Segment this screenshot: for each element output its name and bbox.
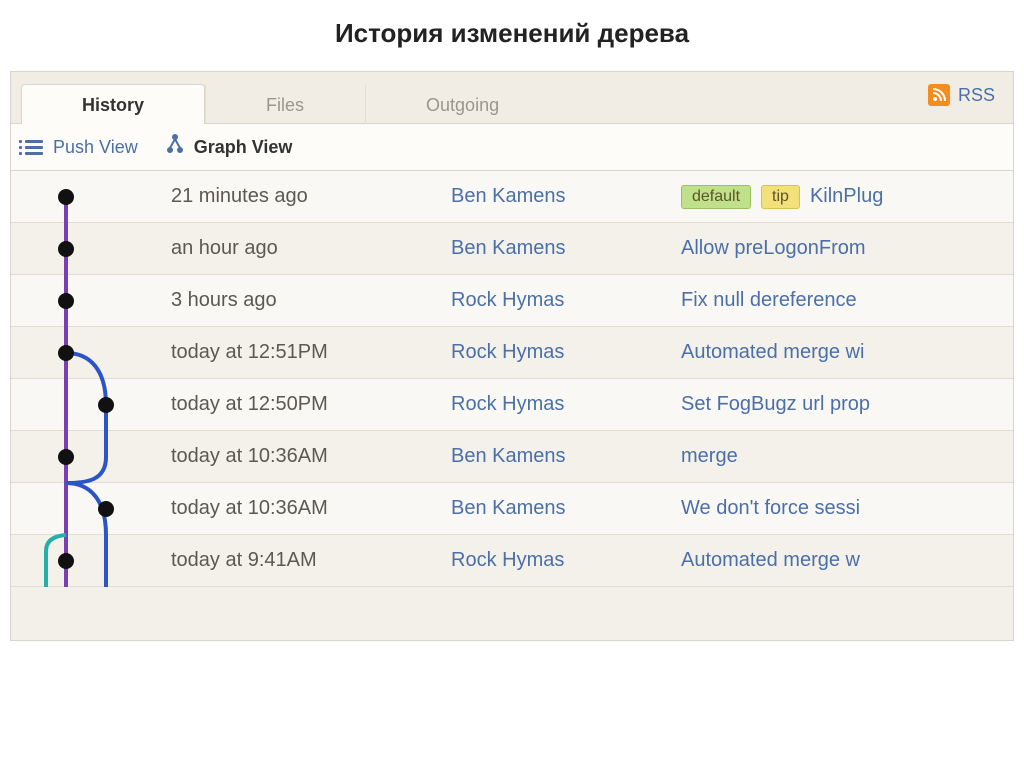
push-view-button[interactable]: Push View: [25, 137, 138, 158]
graph-cell: [11, 171, 171, 223]
graph-cell: [11, 431, 171, 483]
commit-author[interactable]: Ben Kamens: [451, 237, 681, 260]
commit-author[interactable]: Rock Hymas: [451, 341, 681, 364]
tip-badge: tip: [761, 185, 800, 209]
commit-row[interactable]: today at 12:51PMRock HymasAutomated merg…: [11, 327, 1013, 379]
tab-outgoing[interactable]: Outgoing: [365, 84, 560, 124]
graph-cell: [11, 327, 171, 379]
commit-message[interactable]: Automated merge w: [681, 549, 1013, 572]
commit-time: today at 12:51PM: [171, 341, 451, 364]
commit-message[interactable]: Automated merge wi: [681, 341, 1013, 364]
tab-history[interactable]: History: [21, 84, 205, 124]
graph-view-label: Graph View: [194, 137, 293, 158]
commit-time: today at 10:36AM: [171, 445, 451, 468]
graph-cell: [11, 379, 171, 431]
commit-time: today at 9:41AM: [171, 549, 451, 572]
commit-message[interactable]: We don't force sessi: [681, 497, 1013, 520]
graph-cell: [11, 275, 171, 327]
commit-row[interactable]: an hour agoBen KamensAllow preLogonFrom: [11, 223, 1013, 275]
graph-cell: [11, 223, 171, 275]
rss-icon: [928, 84, 950, 106]
commit-message-text: Allow preLogonFrom: [681, 237, 866, 260]
commit-message-text: Fix null dereference: [681, 289, 857, 312]
graph-icon: [166, 134, 184, 160]
page-title: История изменений дерева: [0, 0, 1024, 71]
list-icon: [25, 140, 43, 155]
graph-cell: [11, 535, 171, 587]
commit-row[interactable]: today at 10:36AMBen Kamensmerge: [11, 431, 1013, 483]
commit-list: 21 minutes agoBen KamensdefaulttipKilnPl…: [11, 171, 1013, 587]
commit-row[interactable]: today at 9:41AMRock HymasAutomated merge…: [11, 535, 1013, 587]
commit-row[interactable]: today at 10:36AMBen KamensWe don't force…: [11, 483, 1013, 535]
commit-author[interactable]: Ben Kamens: [451, 445, 681, 468]
tab-files[interactable]: Files: [205, 84, 365, 124]
commit-message-text: Automated merge w: [681, 549, 860, 572]
commit-message[interactable]: merge: [681, 445, 1013, 468]
commit-message[interactable]: Allow preLogonFrom: [681, 237, 1013, 260]
commit-author[interactable]: Rock Hymas: [451, 393, 681, 416]
commit-message[interactable]: Set FogBugz url prop: [681, 393, 1013, 416]
commit-message-text: merge: [681, 445, 738, 468]
commit-message-text: Set FogBugz url prop: [681, 393, 870, 416]
commit-message[interactable]: Fix null dereference: [681, 289, 1013, 312]
commit-time: today at 12:50PM: [171, 393, 451, 416]
commit-author[interactable]: Rock Hymas: [451, 549, 681, 572]
commit-message-text: We don't force sessi: [681, 497, 860, 520]
default-badge: default: [681, 185, 751, 209]
commit-time: 21 minutes ago: [171, 185, 451, 208]
view-bar: Push View Graph View: [11, 124, 1013, 171]
commit-author[interactable]: Ben Kamens: [451, 185, 681, 208]
commit-message-text: Automated merge wi: [681, 341, 864, 364]
push-view-label: Push View: [53, 137, 138, 158]
commit-row[interactable]: today at 12:50PMRock HymasSet FogBugz ur…: [11, 379, 1013, 431]
commit-time: today at 10:36AM: [171, 497, 451, 520]
commit-row[interactable]: 21 minutes agoBen Kamensdefault tip KilnPl…: [11, 171, 1013, 223]
rss-label: RSS: [958, 85, 995, 106]
commit-message-text: KilnPlug: [810, 185, 883, 208]
tab-bar: History Files Outgoing RSS: [11, 72, 1013, 124]
commit-author[interactable]: Rock Hymas: [451, 289, 681, 312]
app-window: History Files Outgoing RSS Push View Gra…: [10, 71, 1014, 641]
commit-message[interactable]: default tip KilnPlug: [681, 185, 1013, 209]
commit-time: an hour ago: [171, 237, 451, 260]
commit-row[interactable]: 3 hours agoRock HymasFix null dereferenc…: [11, 275, 1013, 327]
graph-cell: [11, 483, 171, 535]
graph-view-button[interactable]: Graph View: [166, 134, 293, 160]
rss-link[interactable]: RSS: [928, 84, 995, 106]
commit-author[interactable]: Ben Kamens: [451, 497, 681, 520]
commit-time: 3 hours ago: [171, 289, 451, 312]
